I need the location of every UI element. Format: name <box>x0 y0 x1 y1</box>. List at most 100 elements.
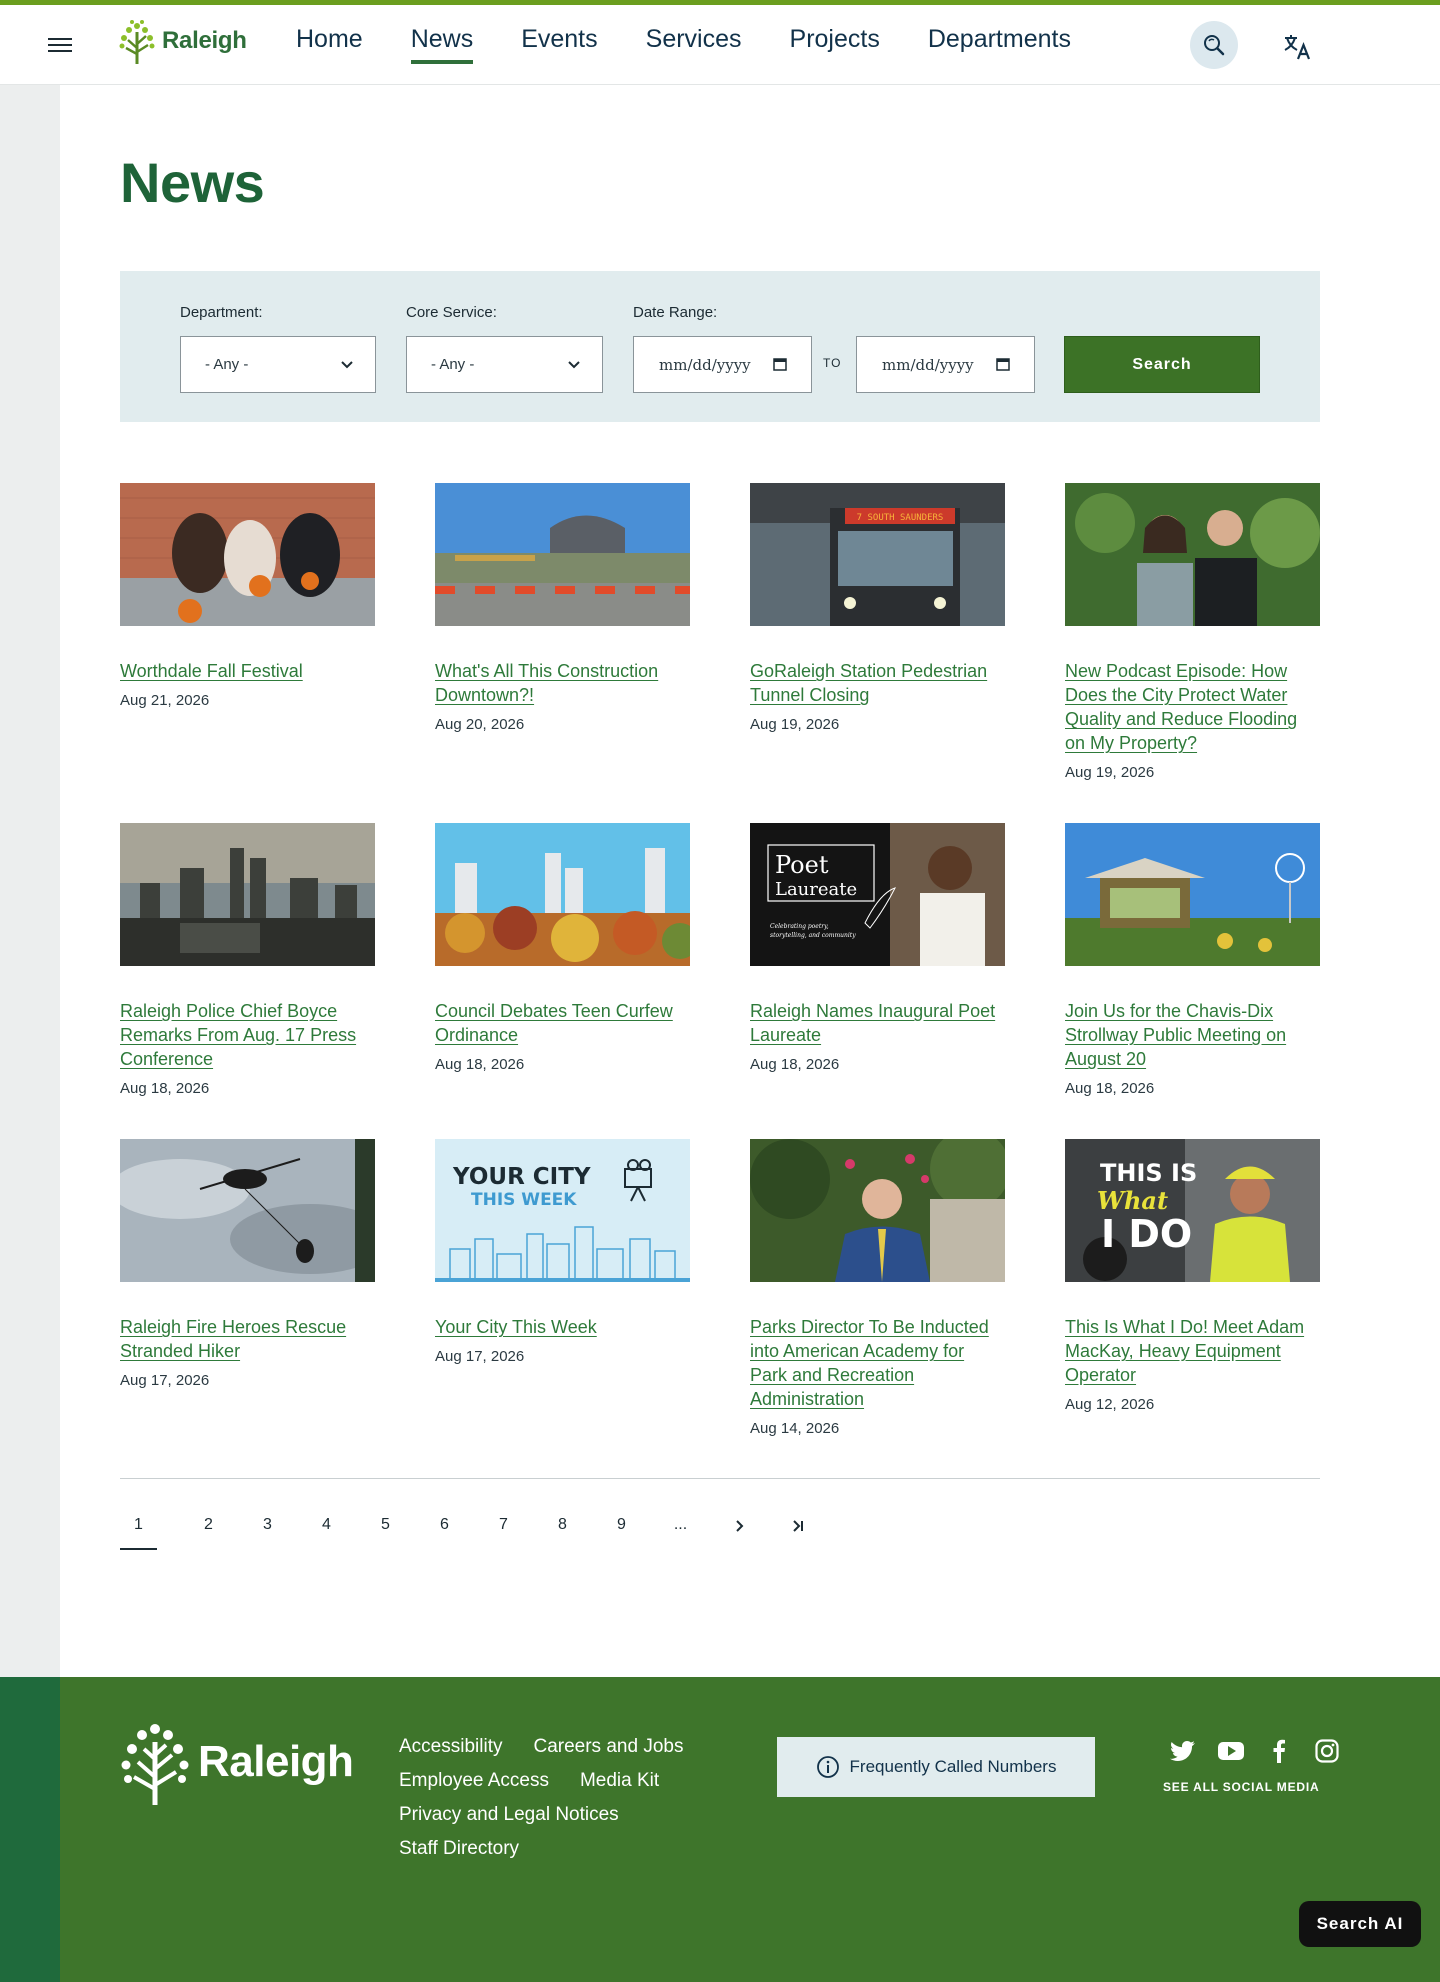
news-card-title[interactable]: Raleigh Names Inaugural Poet Laureate <box>750 999 1005 1047</box>
nav-news[interactable]: News <box>410 25 473 64</box>
twitter-link[interactable] <box>1169 1737 1197 1765</box>
svg-text:I DO: I DO <box>1101 1212 1192 1256</box>
nav-events[interactable]: Events <box>521 25 597 60</box>
raleigh-logo[interactable]: Raleigh <box>118 16 247 66</box>
news-card-title[interactable]: What's All This Construction Downtown?! <box>435 659 690 707</box>
svg-text:What: What <box>1097 1186 1168 1215</box>
filter-search-button[interactable]: Search <box>1064 336 1260 393</box>
news-card-date: Aug 17, 2026 <box>435 1348 525 1365</box>
news-card-image-construction[interactable] <box>435 483 690 626</box>
news-card-image-parks-director[interactable] <box>750 1139 1005 1282</box>
left-rail <box>0 5 60 1677</box>
news-card: Council Debates Teen Curfew Ordinance Au… <box>435 823 690 1073</box>
main-nav: Home News Events Services Projects Depar… <box>296 25 1119 64</box>
news-card: Raleigh Police Chief Boyce Remarks From … <box>120 823 375 1097</box>
page-link[interactable]: 6 <box>415 1516 474 1550</box>
news-card-title[interactable]: New Podcast Episode: How Does the City P… <box>1065 659 1320 755</box>
news-card-title[interactable]: GoRaleigh Station Pedestrian Tunnel Clos… <box>750 659 1005 707</box>
facebook-icon <box>1273 1739 1285 1763</box>
news-card-image-poet-laureate[interactable]: Poet Laureate Celebrating poetry, storyt… <box>750 823 1005 966</box>
instagram-link[interactable] <box>1313 1737 1341 1765</box>
news-card-date: Aug 20, 2026 <box>435 716 525 733</box>
department-select[interactable]: - Any - <box>180 336 376 393</box>
footer-link-employee-access[interactable]: Employee Access <box>399 1769 549 1793</box>
news-card-title[interactable]: This Is What I Do! Meet Adam MacKay, Hea… <box>1065 1315 1320 1387</box>
news-card-title[interactable]: Parks Director To Be Inducted into Ameri… <box>750 1315 1005 1411</box>
page-link-current[interactable]: 1 <box>120 1516 157 1550</box>
date-from-input[interactable]: mm/dd/yyyy <box>633 336 812 393</box>
news-card-date: Aug 19, 2026 <box>750 716 840 733</box>
translate-icon <box>1284 35 1311 60</box>
nav-services[interactable]: Services <box>646 25 742 60</box>
news-card-date: Aug 18, 2026 <box>435 1056 525 1073</box>
svg-text:7 SOUTH SAUNDERS: 7 SOUTH SAUNDERS <box>857 513 944 523</box>
nav-home[interactable]: Home <box>296 25 363 60</box>
last-page-button[interactable] <box>769 1516 828 1550</box>
menu-button[interactable] <box>40 25 80 65</box>
footer-raleigh-logo[interactable]: Raleigh <box>120 1717 354 1807</box>
info-icon <box>816 1756 839 1778</box>
news-card-title[interactable]: Raleigh Police Chief Boyce Remarks From … <box>120 999 375 1071</box>
facebook-link[interactable] <box>1265 1737 1293 1765</box>
frequently-called-numbers-label: Frequently Called Numbers <box>849 1757 1057 1776</box>
news-filter-panel: Department: - Any - Core Service: - Any … <box>120 271 1320 422</box>
news-card-image-your-city-this-week[interactable]: YOUR CITY THIS WEEK <box>435 1139 690 1282</box>
news-card-image-this-is-what-i-do[interactable]: THIS IS What I DO <box>1065 1139 1320 1282</box>
news-card-date: Aug 17, 2026 <box>120 1372 210 1389</box>
next-page-button[interactable] <box>710 1516 769 1550</box>
news-card-image-skyline-autumn[interactable] <box>435 823 690 966</box>
news-card-image-strollway[interactable] <box>1065 823 1320 966</box>
core-service-label: Core Service: <box>406 304 497 321</box>
news-card-date: Aug 21, 2026 <box>120 692 210 709</box>
page-link[interactable]: 9 <box>592 1516 651 1550</box>
footer-link-media-kit[interactable]: Media Kit <box>580 1769 659 1793</box>
footer-logo-text: Raleigh <box>198 1737 354 1786</box>
news-card: Join Us for the Chavis-Dix Strollway Pub… <box>1065 823 1320 1097</box>
page-link[interactable]: 7 <box>474 1516 533 1550</box>
news-card-image-podcast-guests[interactable] <box>1065 483 1320 626</box>
news-card-date: Aug 18, 2026 <box>120 1080 210 1097</box>
footer-link-staff-directory[interactable]: Staff Directory <box>399 1837 519 1861</box>
youtube-link[interactable] <box>1217 1737 1245 1765</box>
news-card-date: Aug 12, 2026 <box>1065 1396 1155 1413</box>
news-card-title[interactable]: Worthdale Fall Festival <box>120 659 375 683</box>
page-link[interactable]: 2 <box>179 1516 238 1550</box>
oak-tree-logo-icon <box>121 1724 189 1805</box>
translate-button[interactable] <box>1280 29 1316 65</box>
twitter-icon <box>1170 1741 1195 1761</box>
news-card-image-skyline-dusk[interactable] <box>120 823 375 966</box>
news-card-date: Aug 18, 2026 <box>750 1056 840 1073</box>
page-link[interactable]: 5 <box>356 1516 415 1550</box>
news-card-title[interactable]: Council Debates Teen Curfew Ordinance <box>435 999 690 1047</box>
svg-text:Poet: Poet <box>775 851 829 879</box>
page-link[interactable]: 4 <box>297 1516 356 1550</box>
news-card: YOUR CITY THIS WEEK Your City This Week … <box>435 1139 690 1365</box>
news-card: New Podcast Episode: How Does the City P… <box>1065 483 1320 781</box>
news-card-title[interactable]: Your City This Week <box>435 1315 690 1339</box>
news-card-title[interactable]: Raleigh Fire Heroes Rescue Stranded Hike… <box>120 1315 375 1363</box>
news-card-image-helicopter-rescue[interactable] <box>120 1139 375 1282</box>
news-card-title[interactable]: Join Us for the Chavis-Dix Strollway Pub… <box>1065 999 1320 1071</box>
footer-link-careers[interactable]: Careers and Jobs <box>533 1735 683 1759</box>
core-service-select[interactable]: - Any - <box>406 336 603 393</box>
news-card: 7 SOUTH SAUNDERS GoRaleigh Station Pedes… <box>750 483 1005 733</box>
date-from-placeholder: mm/dd/yyyy <box>659 355 751 374</box>
news-card-image-kids-pumpkins[interactable] <box>120 483 375 626</box>
nav-departments[interactable]: Departments <box>928 25 1071 60</box>
news-card-image-bus[interactable]: 7 SOUTH SAUNDERS <box>750 483 1005 626</box>
frequently-called-numbers-button[interactable]: Frequently Called Numbers <box>777 1737 1095 1797</box>
see-all-social-media-link[interactable]: SEE ALL SOCIAL MEDIA <box>1163 1780 1319 1794</box>
page-link[interactable]: 3 <box>238 1516 297 1550</box>
nav-projects[interactable]: Projects <box>790 25 880 60</box>
footer-link-privacy[interactable]: Privacy and Legal Notices <box>399 1803 619 1827</box>
svg-text:THIS IS: THIS IS <box>1100 1159 1197 1187</box>
footer-left-rail <box>0 1677 60 1982</box>
date-to-input[interactable]: mm/dd/yyyy <box>856 336 1035 393</box>
site-search-button[interactable] <box>1190 21 1238 69</box>
search-ai-button[interactable]: Search AI <box>1299 1901 1421 1947</box>
news-card: Raleigh Fire Heroes Rescue Stranded Hike… <box>120 1139 375 1389</box>
youtube-icon <box>1218 1742 1244 1760</box>
social-links <box>1169 1737 1341 1765</box>
page-link[interactable]: 8 <box>533 1516 592 1550</box>
footer-link-accessibility[interactable]: Accessibility <box>399 1735 502 1759</box>
